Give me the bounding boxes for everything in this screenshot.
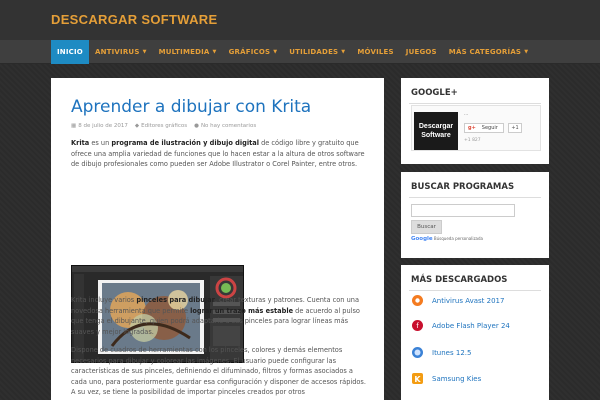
download-item-label: Itunes 12.5 xyxy=(432,348,472,357)
nav-item-graficos[interactable]: GRÁFICOS ▼ xyxy=(223,40,284,64)
main-navigation: INICIO ANTIVIRUS ▼ MULTIMEDIA ▼ GRÁFICOS ▼ … xyxy=(0,40,600,64)
post-paragraph-1: Krita es un programa de ilustración y di… xyxy=(71,138,366,170)
nav-item-label: GRÁFICOS xyxy=(228,48,271,56)
site-title[interactable]: DESCARGAR SOFTWARE xyxy=(51,12,217,27)
caret-down-icon: ▼ xyxy=(524,49,529,55)
nav-item-multimedia[interactable]: MULTIMEDIA ▼ xyxy=(153,40,223,64)
download-item-label: Adobe Flash Player 24 xyxy=(432,321,510,330)
caret-down-icon: ▼ xyxy=(212,49,217,55)
google-plus-follow-button[interactable]: g+ Seguir xyxy=(464,123,504,133)
nav-item-label: ANTIVIRUS xyxy=(94,48,140,56)
search-button[interactable]: Buscar xyxy=(411,220,442,234)
google-logo: Google xyxy=(411,236,433,242)
post-paragraph-3: Dispone de cuadros de herramientas con l… xyxy=(71,346,366,396)
caret-down-icon: ▼ xyxy=(142,49,147,55)
caret-down-icon: ▼ xyxy=(341,49,346,55)
nav-item-mas-categorias[interactable]: MÁS CATEGORÍAS ▼ xyxy=(443,40,534,64)
nav-item-utilidades[interactable]: UTILIDADES ▼ xyxy=(283,40,351,64)
nav-item-label: MULTIMEDIA xyxy=(158,48,210,56)
samsung-kies-icon: K xyxy=(411,372,424,385)
post-comments[interactable]: ● No hay comentarios xyxy=(194,123,256,129)
nav-item-inicio[interactable]: INICIO xyxy=(51,40,89,64)
tag-icon: ◆ xyxy=(134,123,140,129)
nav-item-antivirus[interactable]: ANTIVIRUS ▼ xyxy=(89,40,153,64)
follower-count: +1 827 xyxy=(464,138,481,143)
google-plus-icon: g+ xyxy=(468,125,476,131)
divider xyxy=(409,197,541,198)
search-input[interactable] xyxy=(411,204,515,217)
site-logo[interactable]: Descargar Software xyxy=(414,112,458,150)
google-plus-badge: Descargar Software ... g+ Seguir +1 +1 827 xyxy=(411,105,541,151)
widget-title: BUSCAR PROGRAMAS xyxy=(411,182,515,192)
bold-text: programa de ilustración y dibujo digital xyxy=(111,139,259,147)
flash-player-icon: f xyxy=(411,319,424,332)
post-comments-text: No hay comentarios xyxy=(200,123,257,129)
post-date-text: 8 de julio de 2017 xyxy=(78,123,128,129)
logo-line: Software xyxy=(421,132,451,139)
follow-label: Seguir xyxy=(481,125,498,131)
download-item-flash[interactable]: f Adobe Flash Player 24 xyxy=(411,319,510,332)
divider xyxy=(409,290,541,291)
avast-icon xyxy=(411,294,424,307)
itunes-icon xyxy=(411,346,424,359)
nav-item-label: JUEGOS xyxy=(405,48,437,56)
calendar-icon: ▦ xyxy=(71,123,77,129)
google-plus-page-name: ... xyxy=(464,112,469,117)
svg-text:K: K xyxy=(414,375,421,384)
post-paragraph-2: Krita incluye varios pinceles para dibuj… xyxy=(71,295,366,337)
nav-item-label: MÁS CATEGORÍAS xyxy=(448,48,522,56)
widget-title: MÁS DESCARGADOS xyxy=(411,275,508,285)
download-item-label: Samsung Kies xyxy=(432,374,482,383)
krita-link[interactable]: Krita xyxy=(71,139,89,147)
google-plus-widget: GOOGLE+ Descargar Software ... g+ Seguir +… xyxy=(401,78,549,164)
post-category[interactable]: ◆ Editores gráficos xyxy=(135,123,187,129)
nav-item-moviles[interactable]: MÓVILES xyxy=(351,40,399,64)
bold-text: lograr un trazo más estable xyxy=(190,306,294,315)
download-item-itunes[interactable]: Itunes 12.5 xyxy=(411,346,471,359)
download-item-samsung-kies[interactable]: K Samsung Kies xyxy=(411,372,481,385)
divider xyxy=(409,103,541,104)
bold-text: pinceles para dibujar xyxy=(136,296,215,304)
most-downloaded-widget: MÁS DESCARGADOS Antivirus Avast 2017 f A… xyxy=(401,265,549,400)
nav-item-label: INICIO xyxy=(57,48,83,56)
nav-item-juegos[interactable]: JUEGOS xyxy=(400,40,443,64)
download-item-label: Antivirus Avast 2017 xyxy=(432,296,505,305)
caret-down-icon: ▼ xyxy=(273,49,278,55)
post-title[interactable]: Aprender a dibujar con Krita xyxy=(71,97,311,117)
plus-one-button[interactable]: +1 xyxy=(508,123,522,133)
nav-item-label: MÓVILES xyxy=(357,48,394,56)
nav-item-label: UTILIDADES xyxy=(289,48,339,56)
search-widget: BUSCAR PROGRAMAS Buscar Google Búsqueda … xyxy=(401,172,549,258)
post-article: Aprender a dibujar con Krita ▦ 8 de julio… xyxy=(51,78,384,400)
powered-text: Búsqueda personalizada xyxy=(433,236,483,241)
post-meta: ▦ 8 de julio de 2017 ◆ Editores gráficos ●… xyxy=(71,123,256,129)
paragraph-text: es un xyxy=(89,139,112,147)
paragraph-text: Krita incluye varios xyxy=(71,296,137,304)
post-date: ▦ 8 de julio de 2017 xyxy=(71,123,128,129)
logo-line: Descargar xyxy=(418,123,454,130)
download-item-avast[interactable]: Antivirus Avast 2017 xyxy=(411,294,504,307)
google-custom-search-label: Google Búsqueda personalizada xyxy=(411,236,483,242)
comment-icon: ● xyxy=(194,123,199,129)
post-category-text: Editores gráficos xyxy=(141,123,188,129)
site-header: DESCARGAR SOFTWARE xyxy=(0,0,600,40)
widget-title: GOOGLE+ xyxy=(411,88,458,98)
